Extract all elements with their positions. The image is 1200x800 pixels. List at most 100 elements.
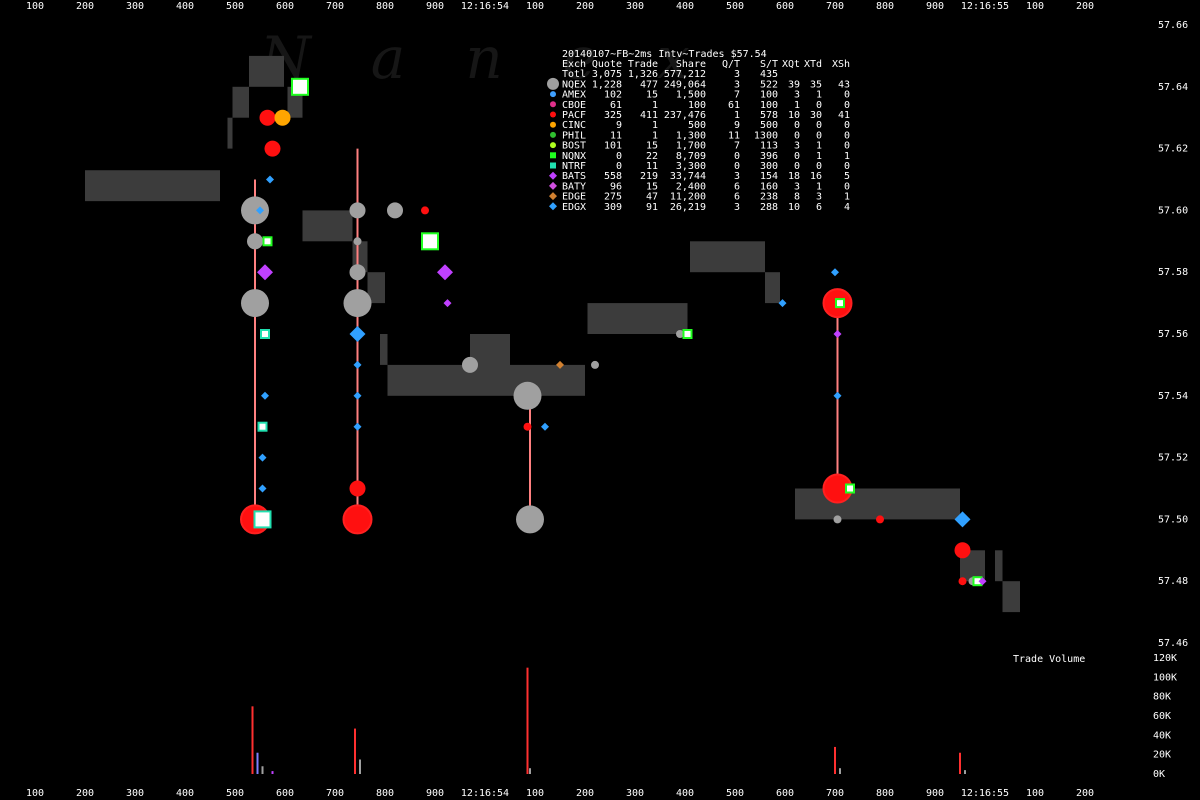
volume-bar bbox=[261, 766, 264, 774]
time-tick-top: 100 bbox=[1026, 1, 1044, 12]
volume-tick-label: 100K bbox=[1153, 672, 1177, 683]
spread-block bbox=[765, 272, 780, 304]
time-tick-bottom: 200 bbox=[1076, 788, 1094, 799]
trade-point-circle bbox=[462, 356, 478, 373]
time-tick-bottom: 12:16:54 bbox=[461, 788, 509, 799]
legend-marker bbox=[547, 77, 559, 90]
time-tick-top: 900 bbox=[426, 1, 444, 12]
time-tick-top: 100 bbox=[526, 1, 544, 12]
legend-marker bbox=[550, 91, 556, 98]
trade-point-diamond bbox=[258, 453, 267, 462]
table-header-cell: XTd bbox=[804, 59, 822, 70]
trade-point-diamond bbox=[833, 391, 842, 400]
time-tick-bottom: 700 bbox=[826, 788, 844, 799]
volume-bar bbox=[271, 771, 274, 774]
time-tick-bottom: 100 bbox=[26, 788, 44, 799]
volume-tick-label: 120K bbox=[1153, 653, 1177, 664]
price-tick-label: 57.64 bbox=[1158, 82, 1188, 93]
time-tick-top: 500 bbox=[226, 1, 244, 12]
volume-bar bbox=[251, 706, 254, 774]
price-tick-label: 57.58 bbox=[1158, 267, 1188, 278]
time-tick-bottom: 400 bbox=[676, 788, 694, 799]
trade-point-circle bbox=[241, 196, 269, 225]
trade-point-square bbox=[253, 510, 272, 529]
time-tick-top: 600 bbox=[776, 1, 794, 12]
spread-block bbox=[690, 241, 765, 273]
trade-point-circle bbox=[876, 515, 884, 524]
time-tick-top: 12:16:54 bbox=[461, 1, 509, 12]
table-cell-exch: EDGX bbox=[562, 202, 586, 213]
trade-point-circle bbox=[516, 505, 544, 534]
time-tick-bottom: 700 bbox=[326, 788, 344, 799]
trade-point-circle bbox=[241, 289, 269, 318]
trade-point-square bbox=[260, 329, 270, 339]
trade-point-diamond bbox=[443, 299, 452, 308]
trade-point-diamond bbox=[831, 268, 839, 277]
trade-point-circle bbox=[353, 237, 362, 246]
time-tick-bottom: 500 bbox=[726, 788, 744, 799]
time-tick-bottom: 500 bbox=[226, 788, 244, 799]
volume-bar bbox=[359, 759, 361, 774]
trade-point-circle bbox=[342, 504, 373, 535]
trade-point-diamond bbox=[349, 326, 366, 342]
exchange-stats-table: 20140107~FB~2ms Intv~Trades $57.54 Exch Q… bbox=[547, 49, 850, 213]
trade-point-diamond bbox=[353, 360, 362, 369]
spread-layer bbox=[85, 55, 1020, 613]
spread-block bbox=[302, 210, 353, 242]
spread-block bbox=[85, 170, 220, 202]
trade-point-diamond bbox=[833, 330, 842, 338]
volume-panel-title: Trade Volume bbox=[1013, 654, 1085, 665]
time-tick-top: 500 bbox=[726, 1, 744, 12]
time-tick-top: 900 bbox=[926, 1, 944, 12]
time-axis-bottom: 100 200 300 400 500 600 700 800 900 12:16:54 100 20… bbox=[26, 788, 1094, 799]
price-tick-label: 57.66 bbox=[1158, 20, 1188, 31]
trade-point-square bbox=[262, 236, 273, 247]
time-tick-top: 12:16:55 bbox=[961, 1, 1009, 12]
trade-point-circle bbox=[387, 202, 403, 219]
time-tick-bottom: 200 bbox=[76, 788, 94, 799]
trade-point-circle bbox=[349, 264, 366, 281]
volume-tick-label: 20K bbox=[1153, 750, 1171, 761]
time-tick-bottom: 100 bbox=[1026, 788, 1044, 799]
time-tick-bottom: 800 bbox=[876, 788, 894, 799]
price-tick-label: 57.60 bbox=[1158, 205, 1188, 216]
time-tick-top: 200 bbox=[576, 1, 594, 12]
legend-marker bbox=[550, 131, 556, 138]
price-tick-label: 57.62 bbox=[1158, 144, 1188, 155]
volume-tick-label: 0K bbox=[1153, 769, 1165, 780]
trade-point-diamond bbox=[257, 264, 273, 281]
table-cell-xqt: 10 bbox=[788, 202, 800, 213]
trade-point-diamond bbox=[261, 391, 269, 400]
volume-bar bbox=[964, 770, 966, 774]
spread-block bbox=[1002, 581, 1020, 613]
legend-marker bbox=[549, 181, 557, 190]
time-tick-top: 300 bbox=[626, 1, 644, 12]
volume-tick-label: 60K bbox=[1153, 711, 1171, 722]
volume-bar bbox=[529, 768, 531, 774]
time-tick-bottom: 200 bbox=[576, 788, 594, 799]
time-tick-top: 700 bbox=[826, 1, 844, 12]
time-tick-top: 700 bbox=[326, 1, 344, 12]
time-tick-bottom: 100 bbox=[526, 788, 544, 799]
price-tick-label: 57.54 bbox=[1158, 391, 1188, 402]
table-cell-trade: 91 bbox=[646, 202, 658, 213]
trade-point-circle bbox=[833, 515, 842, 524]
trade-point-circle bbox=[259, 109, 276, 126]
time-tick-top: 400 bbox=[676, 1, 694, 12]
time-tick-bottom: 300 bbox=[626, 788, 644, 799]
time-tick-bottom: 900 bbox=[926, 788, 944, 799]
spread-block bbox=[232, 86, 249, 118]
legend-marker bbox=[549, 171, 557, 180]
trade-point-circle bbox=[513, 381, 542, 410]
trade-point-square bbox=[257, 421, 268, 432]
volume-bar bbox=[834, 746, 836, 774]
table-header-cell: XSh bbox=[832, 59, 850, 70]
trade-point-diamond bbox=[541, 422, 549, 431]
trade-point-circle bbox=[421, 206, 429, 215]
volume-tick-label: 80K bbox=[1153, 692, 1171, 703]
time-tick-bottom: 400 bbox=[176, 788, 194, 799]
trade-point-circle bbox=[958, 577, 967, 586]
legend-marker bbox=[549, 202, 557, 211]
trade-point-circle bbox=[954, 542, 971, 559]
legend-marker bbox=[549, 192, 557, 201]
